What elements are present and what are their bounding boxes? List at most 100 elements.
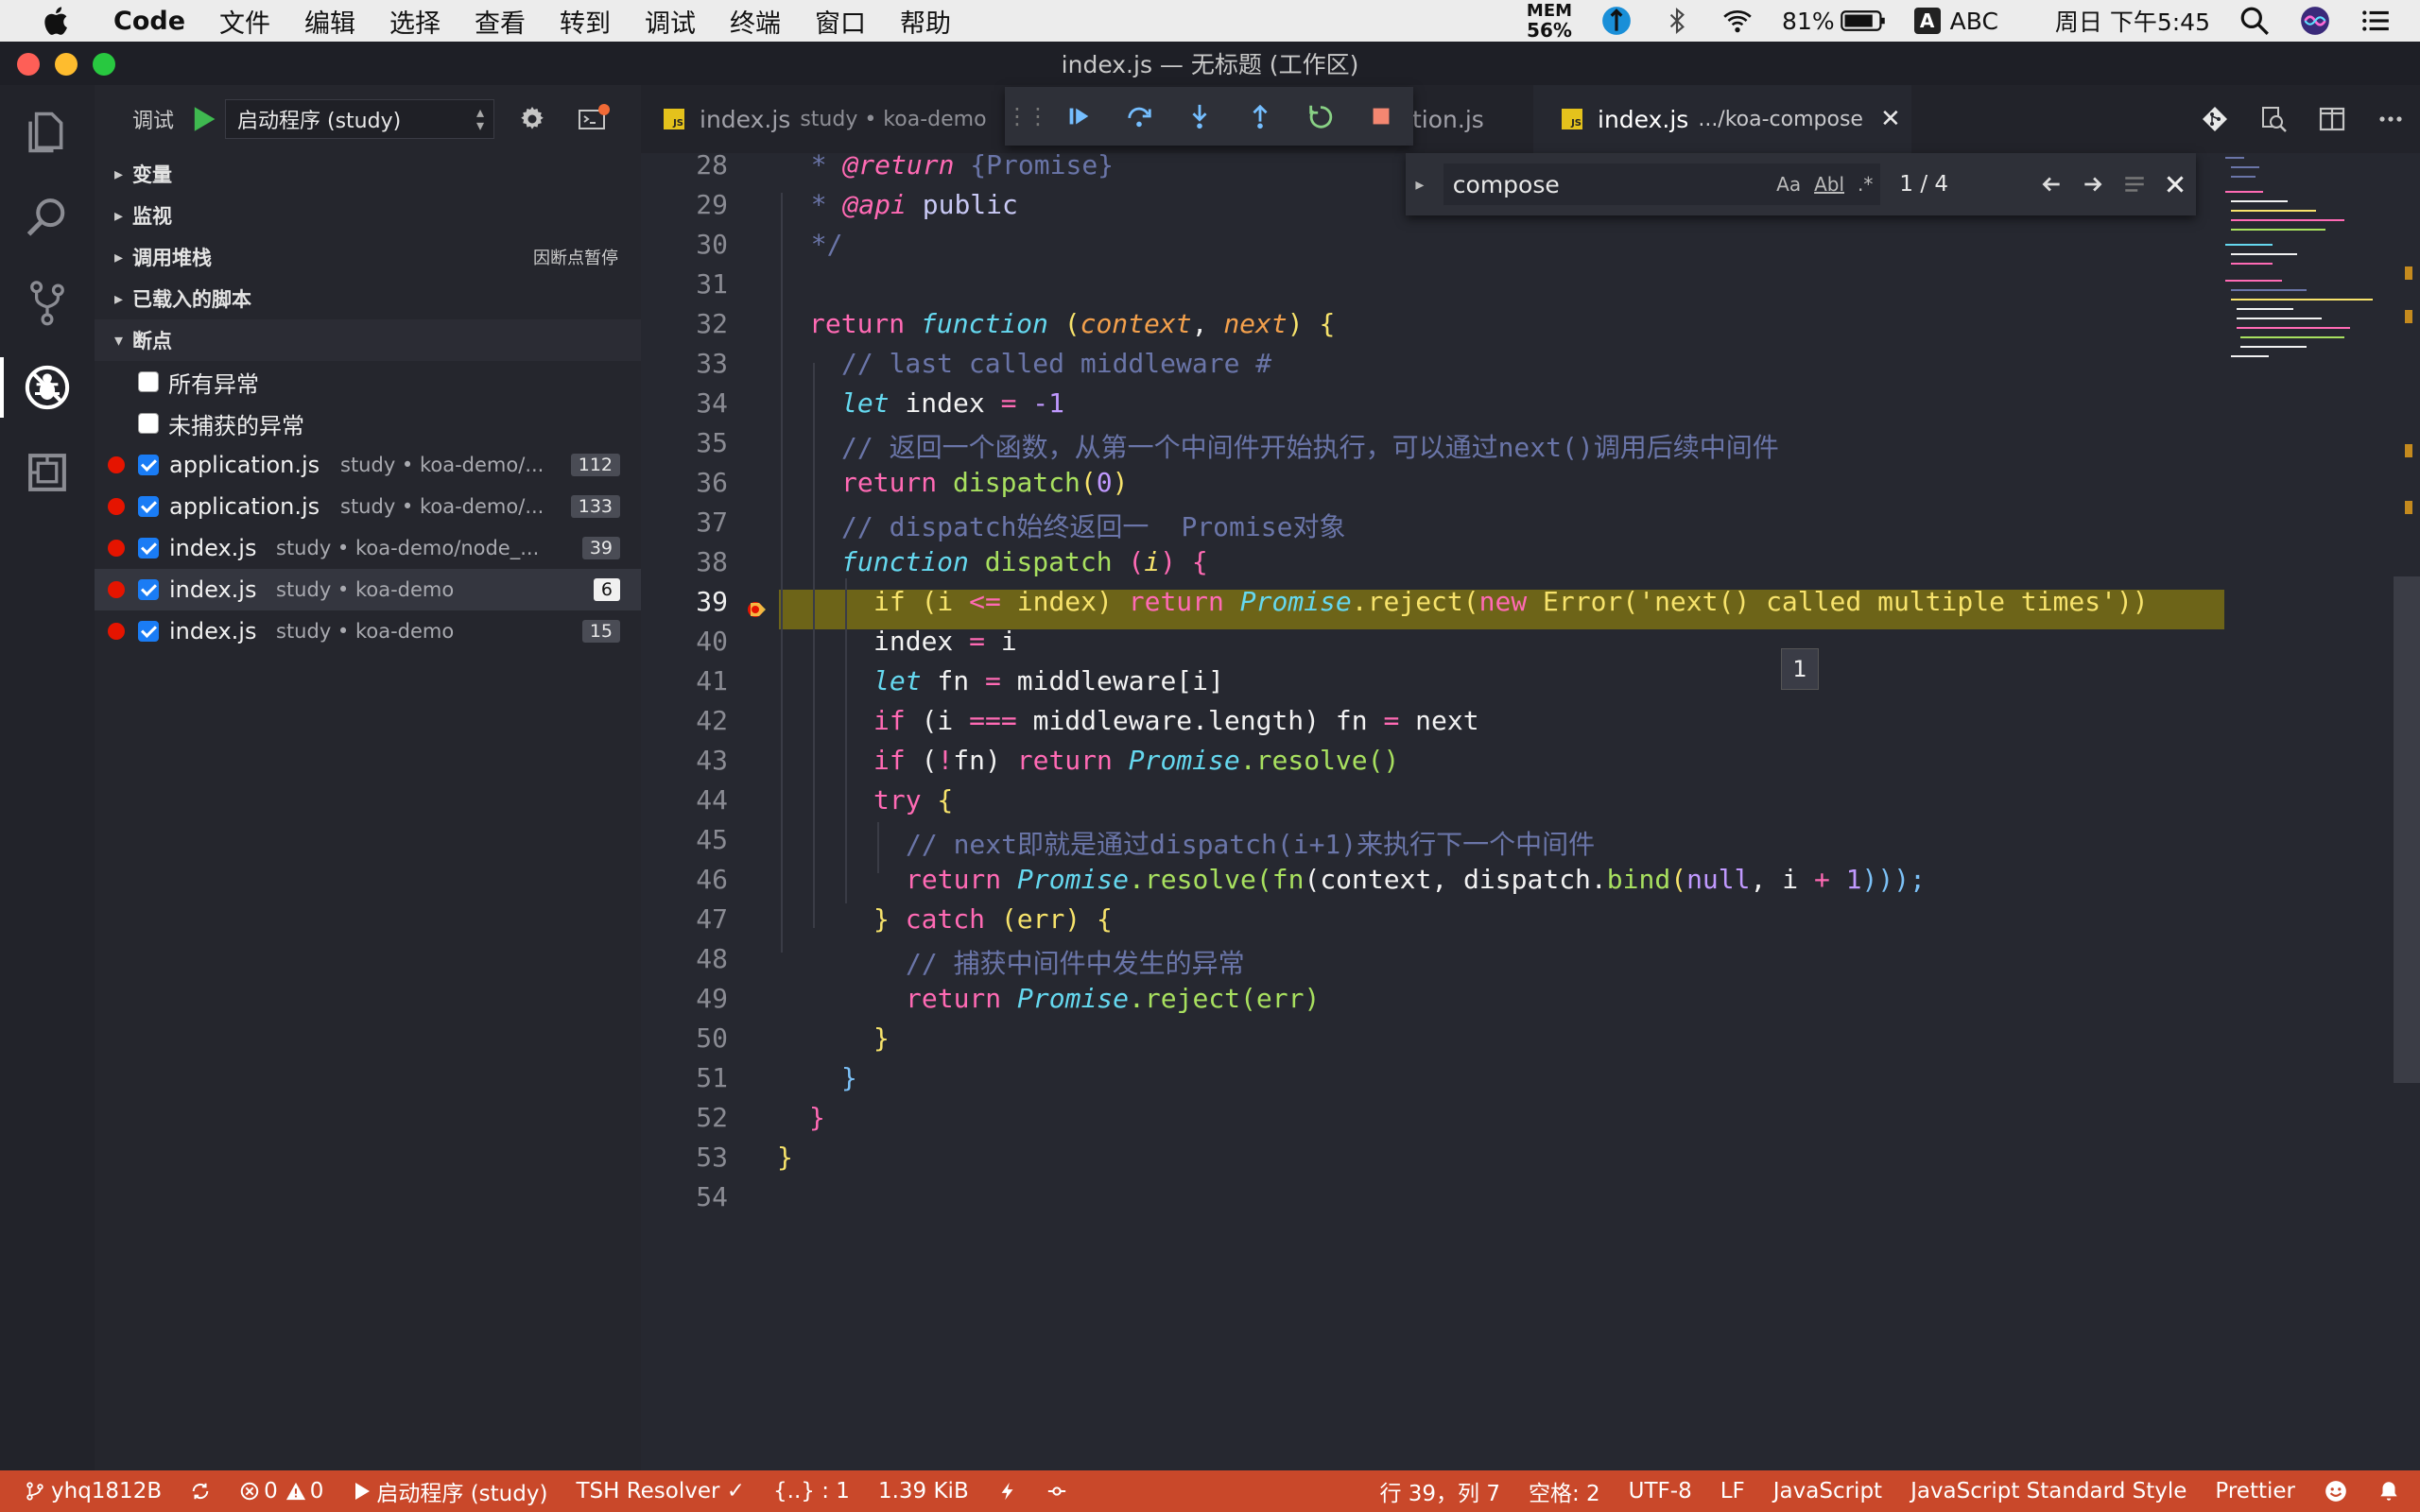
breakpoint-current-icon[interactable] — [747, 599, 768, 620]
breakpoint-checkbox[interactable] — [138, 538, 159, 558]
menu-window[interactable]: 窗口 — [815, 3, 866, 40]
status-formatter[interactable]: Prettier — [2215, 1479, 2295, 1503]
step-into-button[interactable] — [1169, 87, 1230, 146]
breakpoint-item[interactable]: index.js study • koa-demo 15 — [95, 610, 641, 652]
find-input[interactable]: compose Aa Abl .* — [1443, 163, 1881, 205]
breakpoint-item[interactable]: application.js study • koa-demo/... 112 — [95, 444, 641, 486]
git-compare-icon[interactable] — [2186, 104, 2244, 134]
menu-selection[interactable]: 选择 — [389, 3, 441, 40]
breakpoint-checkbox[interactable] — [138, 621, 159, 642]
open-changes-icon[interactable] — [2244, 104, 2303, 134]
previous-match-button[interactable] — [2031, 172, 2072, 197]
clock[interactable]: 周日 下午5:45 — [2055, 4, 2210, 38]
status-cursor-position[interactable]: 行 39，列 7 — [1379, 1475, 1500, 1507]
restart-button[interactable] — [1290, 87, 1351, 146]
split-editor-icon[interactable] — [2303, 104, 2361, 134]
tab-index-js-koa-demo[interactable]: JS index.js study • koa-demo — [664, 85, 987, 153]
section-watch[interactable]: ▸ 监视 — [95, 195, 641, 236]
menu-go[interactable]: 转到 — [560, 3, 611, 40]
step-over-button[interactable] — [1109, 87, 1169, 146]
menu-file[interactable]: 文件 — [219, 3, 270, 40]
open-launch-json-button[interactable] — [513, 100, 551, 138]
code-editor[interactable]: 28 29 30 31 32 33 34 35 36 37 38 39 40 4… — [641, 149, 2420, 1470]
regex-toggle[interactable]: .* — [1858, 173, 1873, 196]
section-loaded-scripts[interactable]: ▸ 已载入的脚本 — [95, 278, 641, 319]
minimize-window-button[interactable] — [55, 53, 78, 76]
status-braces[interactable]: {..} : 1 — [773, 1479, 850, 1503]
menu-edit[interactable]: 编辑 — [304, 3, 355, 40]
tab-application-js[interactable]: tion.js — [1412, 85, 1484, 153]
bluetooth-icon[interactable] — [1661, 5, 1693, 37]
stop-button[interactable] — [1351, 87, 1411, 146]
section-variables[interactable]: ▸ 变量 — [95, 153, 641, 195]
close-find-button[interactable] — [2154, 172, 2196, 197]
status-app-icon[interactable] — [1600, 5, 1633, 37]
sync-icon[interactable] — [190, 1481, 211, 1502]
section-breakpoints[interactable]: ▾ 断点 — [95, 319, 641, 361]
spotlight-icon[interactable] — [2238, 5, 2271, 37]
explorer-icon[interactable] — [17, 102, 78, 163]
section-callstack[interactable]: ▸ 调用堆栈 因断点暂停 — [95, 236, 641, 278]
vertical-scrollbar[interactable] — [2394, 576, 2420, 1083]
search-icon[interactable] — [17, 187, 78, 248]
breakpoint-checkbox[interactable] — [138, 579, 159, 600]
lightning-icon[interactable] — [997, 1481, 1018, 1502]
status-branch[interactable]: yhq1812B — [25, 1479, 162, 1503]
feedback-smiley-icon[interactable] — [2324, 1479, 2348, 1503]
status-linter[interactable]: JavaScript Standard Style — [1910, 1479, 2187, 1503]
continue-button[interactable] — [1048, 87, 1109, 146]
status-eol[interactable]: LF — [1720, 1479, 1745, 1503]
exception-checkbox[interactable] — [138, 413, 159, 434]
status-language[interactable]: JavaScript — [1773, 1479, 1882, 1503]
next-match-button[interactable] — [2072, 172, 2114, 197]
toggle-replace-chevron-icon[interactable]: ▸ — [1406, 175, 1434, 195]
status-tsh-resolver[interactable]: TSH Resolver ✓ — [576, 1479, 745, 1503]
debug-icon[interactable] — [0, 357, 78, 418]
battery-status[interactable]: 81% — [1782, 8, 1886, 35]
close-window-button[interactable] — [17, 53, 40, 76]
zoom-window-button[interactable] — [93, 53, 115, 76]
menu-app-name[interactable]: Code — [113, 7, 185, 36]
breakpoint-item[interactable]: application.js study • koa-demo/... 133 — [95, 486, 641, 527]
tab-index-js-koa-compose[interactable]: JS index.js .../koa-compose ✕ — [1533, 85, 1911, 153]
menu-view[interactable]: 查看 — [475, 3, 526, 40]
debug-console-button[interactable] — [570, 100, 615, 138]
match-word-toggle[interactable]: Abl — [1814, 173, 1844, 196]
step-out-button[interactable] — [1230, 87, 1290, 146]
extensions-icon[interactable] — [17, 442, 78, 503]
start-debugging-button[interactable] — [187, 102, 221, 136]
status-indentation[interactable]: 空格: 2 — [1529, 1475, 1600, 1507]
status-encoding[interactable]: UTF-8 — [1629, 1479, 1692, 1503]
siri-icon[interactable] — [2299, 5, 2331, 37]
breakpoint-item[interactable]: index.js study • koa-demo/node_... 39 — [95, 527, 641, 569]
match-case-toggle[interactable]: Aa — [1776, 173, 1801, 196]
minimap[interactable] — [2221, 153, 2392, 380]
memory-monitor[interactable]: MEM 56% — [1527, 2, 1572, 41]
exception-option-uncaught[interactable]: 未捕获的异常 — [95, 403, 641, 444]
status-debug-config[interactable]: 启动程序 (study) — [352, 1475, 547, 1507]
debug-view-title: 调试 — [132, 110, 175, 133]
input-source[interactable]: A ABC — [1913, 8, 1998, 35]
find-in-selection-button[interactable] — [2114, 172, 2155, 197]
exception-option-all[interactable]: 所有异常 — [95, 361, 641, 403]
breakpoint-item[interactable]: index.js study • koa-demo 6 — [95, 569, 641, 610]
exception-checkbox[interactable] — [138, 371, 159, 392]
menu-debug[interactable]: 调试 — [645, 3, 696, 40]
apple-icon[interactable] — [34, 5, 76, 37]
menu-help[interactable]: 帮助 — [900, 3, 951, 40]
breakpoint-line: 39 — [581, 537, 620, 559]
close-tab-icon[interactable]: ✕ — [1880, 105, 1901, 133]
more-actions-icon[interactable] — [2361, 104, 2420, 134]
launch-config-select[interactable]: 启动程序 (study) ▴ ▾ — [225, 99, 495, 139]
code-line-50: } — [873, 1022, 890, 1054]
live-share-icon[interactable] — [1046, 1481, 1067, 1502]
drag-handle-icon[interactable]: ⋮⋮ — [1005, 103, 1049, 129]
notification-center-icon[interactable] — [2360, 5, 2392, 37]
wifi-icon[interactable] — [1721, 5, 1754, 37]
breakpoint-checkbox[interactable] — [138, 455, 159, 475]
notifications-bell-icon[interactable] — [2377, 1479, 2401, 1503]
menu-terminal[interactable]: 终端 — [730, 3, 781, 40]
problems-indicator[interactable]: 0 0 — [239, 1479, 323, 1503]
breakpoint-checkbox[interactable] — [138, 496, 159, 517]
source-control-icon[interactable] — [17, 272, 78, 333]
